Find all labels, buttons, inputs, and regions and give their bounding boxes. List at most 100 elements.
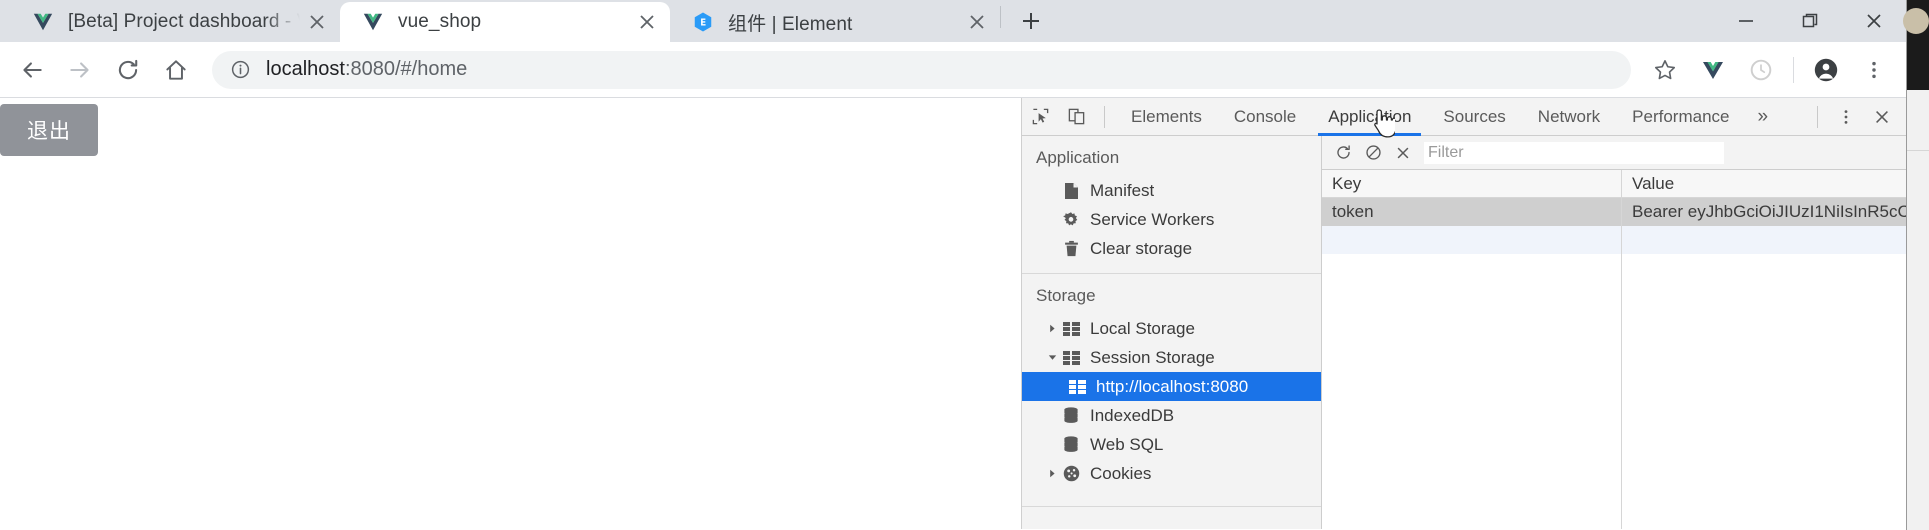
background-divider [1907, 150, 1929, 151]
sidebar-item-web-sql[interactable]: Web SQL [1022, 430, 1321, 459]
close-icon[interactable] [630, 5, 664, 39]
toolbar-divider [1793, 56, 1794, 83]
close-window-icon[interactable] [1842, 0, 1906, 42]
toolbar-actions [1641, 46, 1898, 94]
window-controls [1714, 0, 1906, 42]
sidebar-item-label: Local Storage [1090, 318, 1195, 338]
browser-tab-title: 组件 | Element [728, 13, 853, 35]
sidebar-item-label: http://localhost:8080 [1096, 376, 1249, 396]
sidebar-item-cookies[interactable]: Cookies [1022, 459, 1321, 488]
browser-tab-project-dashboard[interactable]: [Beta] Project dashboard - Vue [10, 2, 340, 42]
close-icon[interactable] [960, 5, 994, 39]
browser-menu-icon[interactable] [1850, 46, 1898, 94]
database-icon [1060, 406, 1082, 426]
browser-tab-title: vue_shop [398, 11, 482, 32]
background-window-sliver[interactable] [1903, 0, 1929, 530]
logout-button[interactable]: 退出 [0, 104, 98, 156]
sidebar-item-indexeddb[interactable]: IndexedDB [1022, 401, 1321, 430]
inspect-element-icon[interactable] [1022, 99, 1058, 135]
delete-selected-icon[interactable] [1388, 138, 1418, 168]
trash-icon [1060, 239, 1082, 259]
sidebar-item-label: Web SQL [1090, 434, 1164, 454]
devtools-tabbar: Elements Console Application Sources Net… [1022, 98, 1906, 136]
reload-icon[interactable] [104, 46, 152, 94]
gear-icon [1060, 210, 1082, 230]
page-viewport: 退出 [0, 98, 1022, 529]
minimize-icon[interactable] [1714, 0, 1778, 42]
storage-data-grid: Key Value token Bearer eyJhbGciOiJIUzI1N… [1322, 170, 1906, 529]
info-circle-icon[interactable] [228, 58, 252, 82]
storage-grid-icon [1060, 348, 1082, 368]
storage-grid-header: Key Value [1322, 170, 1906, 198]
sidebar-item-manifest[interactable]: Manifest [1022, 176, 1321, 205]
profile-avatar-icon[interactable] [1802, 46, 1850, 94]
table-row-empty[interactable] [1322, 226, 1906, 254]
sidebar-item-label: Clear storage [1090, 238, 1193, 258]
refresh-icon[interactable] [1328, 138, 1358, 168]
sidebar-item-session-storage-origin[interactable]: http://localhost:8080 [1022, 372, 1321, 401]
cell-key: token [1322, 198, 1622, 226]
vue-logo-icon [362, 11, 384, 33]
browser-window: [Beta] Project dashboard - Vue vue_shop [0, 0, 1906, 530]
forward-icon[interactable] [56, 46, 104, 94]
storage-filter-input[interactable] [1424, 141, 1724, 164]
browser-toolbar: localhost:8080/#/home [0, 42, 1906, 98]
column-header-key[interactable]: Key [1322, 170, 1622, 197]
more-tools-chevron-icon[interactable]: » [1745, 98, 1780, 136]
devtools-tab-elements[interactable]: Elements [1115, 98, 1218, 136]
url-host: localhost [266, 58, 345, 80]
sidebar-section-storage-title: Storage [1036, 286, 1096, 305]
browser-tab-element-components[interactable]: 组件 | Element [670, 2, 1000, 42]
devtools-tab-application[interactable]: Application [1312, 98, 1427, 136]
sidebar-section-application-title: Application [1036, 148, 1120, 167]
cell-key [1322, 226, 1622, 254]
devtools-actions-divider [1817, 105, 1818, 128]
close-icon[interactable] [300, 5, 334, 39]
chevron-down-icon[interactable] [1044, 353, 1060, 362]
sidebar-item-label: Manifest [1090, 180, 1155, 200]
devtools-tab-performance[interactable]: Performance [1616, 98, 1745, 136]
devtools-tab-sources[interactable]: Sources [1427, 98, 1521, 136]
devtools-menu-icon[interactable] [1828, 99, 1864, 135]
back-icon[interactable] [8, 46, 56, 94]
content-area: 退出 Elements Console Application Sources … [0, 98, 1906, 529]
grid-filler-key-column [1322, 254, 1622, 529]
sidebar-divider-bottom [1022, 506, 1321, 507]
new-tab-button[interactable] [1011, 1, 1051, 41]
url-path: :8080/#/home [344, 58, 468, 80]
clock-extension-icon[interactable] [1737, 46, 1785, 94]
sidebar-item-session-storage[interactable]: Session Storage [1022, 343, 1321, 372]
devtools-body: Application Manifest Service Workers Cle… [1022, 136, 1906, 529]
storage-pane: Key Value token Bearer eyJhbGciOiJIUzI1N… [1322, 136, 1906, 529]
chevron-right-icon[interactable] [1044, 469, 1060, 478]
column-header-value[interactable]: Value [1622, 170, 1906, 197]
sidebar-item-label: Cookies [1090, 463, 1152, 483]
table-row[interactable]: token Bearer eyJhbGciOiJIUzI1NiIsInR5cCI… [1322, 198, 1906, 226]
address-bar[interactable]: localhost:8080/#/home [212, 50, 1631, 89]
sidebar-item-clear-storage[interactable]: Clear storage [1022, 234, 1321, 263]
database-icon [1060, 435, 1082, 455]
sidebar-item-label: IndexedDB [1090, 405, 1175, 425]
vue-devtools-extension-icon[interactable] [1689, 46, 1737, 94]
home-icon[interactable] [152, 46, 200, 94]
sidebar-item-service-workers[interactable]: Service Workers [1022, 205, 1321, 234]
close-devtools-icon[interactable] [1864, 99, 1900, 135]
cell-value: Bearer eyJhbGciOiJIUzI1NiIsInR5cCI6... [1632, 202, 1906, 221]
storage-grid-icon [1060, 319, 1082, 339]
sidebar-item-local-storage[interactable]: Local Storage [1022, 314, 1321, 343]
address-bar-url: localhost:8080/#/home [266, 58, 467, 81]
chevron-right-icon[interactable] [1044, 324, 1060, 333]
storage-toolbar [1322, 136, 1906, 170]
bookmark-star-icon[interactable] [1641, 46, 1689, 94]
browser-tab-vue-shop[interactable]: vue_shop [340, 2, 670, 42]
maximize-icon[interactable] [1778, 0, 1842, 42]
clear-all-icon[interactable] [1358, 138, 1388, 168]
sidebar-item-label: Session Storage [1090, 347, 1215, 367]
avatar [1903, 8, 1929, 34]
toggle-device-toolbar-icon[interactable] [1058, 99, 1094, 135]
devtools-sidebar: Application Manifest Service Workers Cle… [1022, 136, 1322, 529]
devtools-tabbar-actions [1807, 99, 1906, 135]
devtools-tab-console[interactable]: Console [1218, 98, 1312, 136]
devtools-tab-network[interactable]: Network [1522, 98, 1616, 136]
screen-root: [Beta] Project dashboard - Vue vue_shop [0, 0, 1929, 530]
